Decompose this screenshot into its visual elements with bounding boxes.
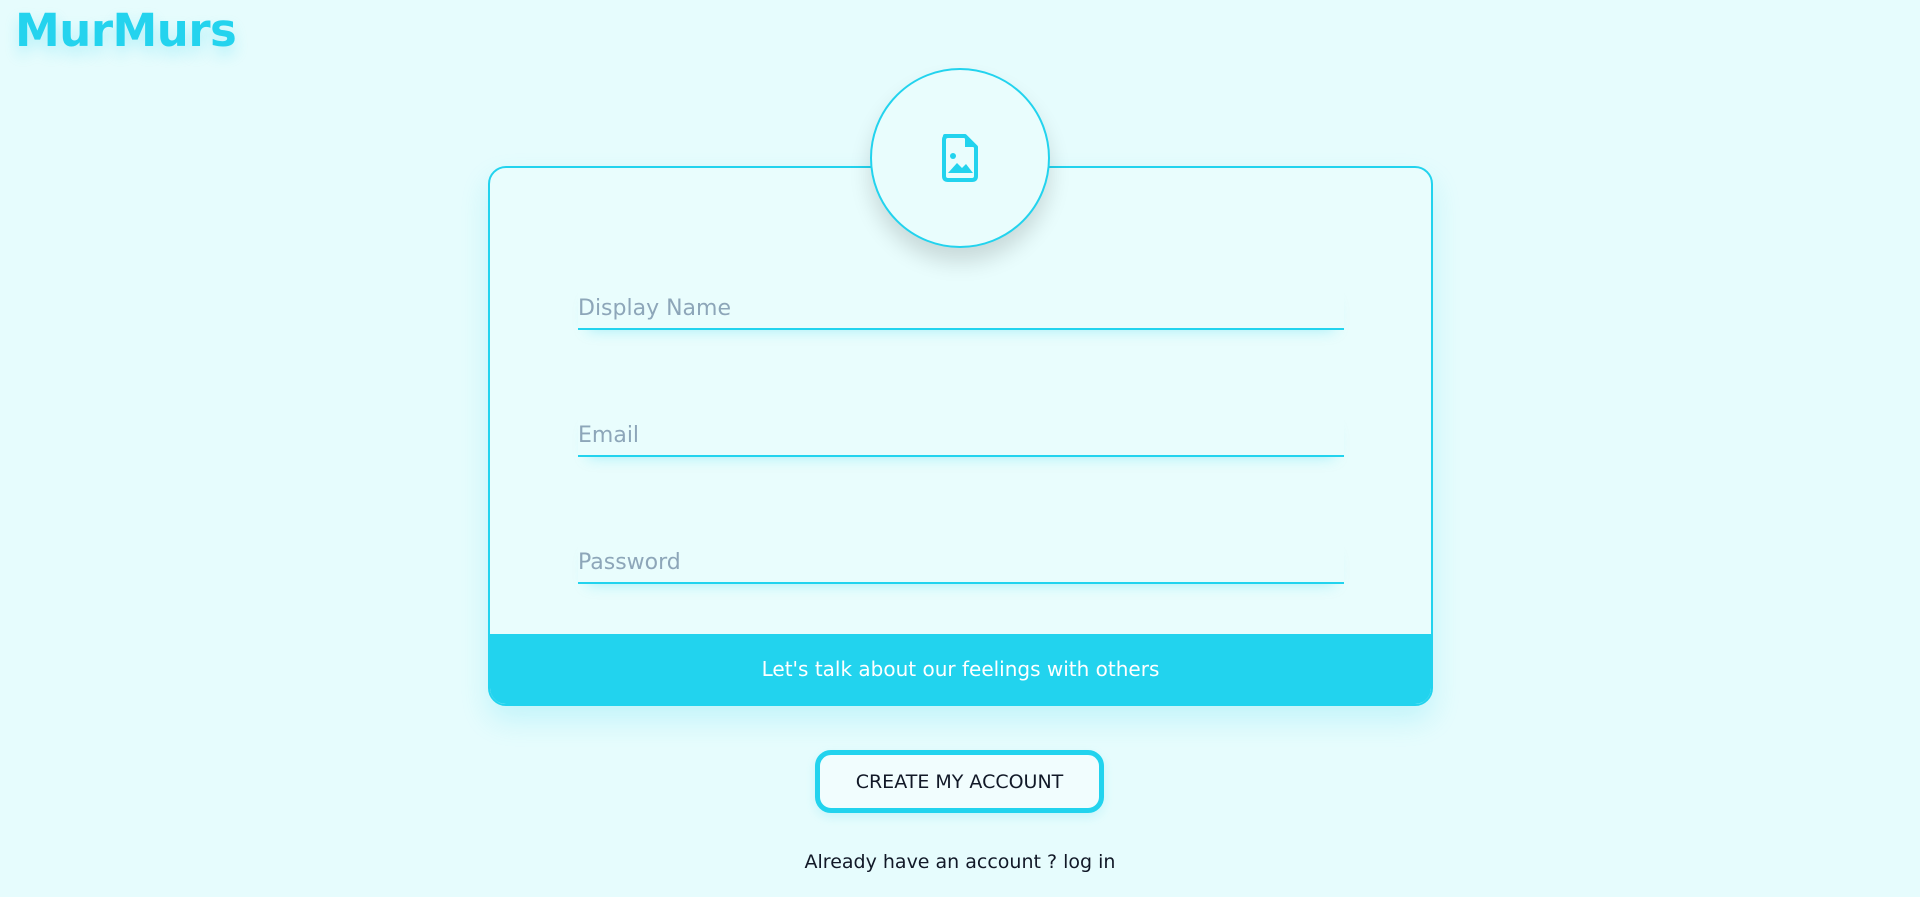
- display-name-input[interactable]: [578, 282, 1344, 328]
- image-file-icon: [942, 134, 978, 182]
- email-field-wrapper: [578, 409, 1344, 457]
- display-name-field-wrapper: [578, 282, 1344, 330]
- login-prompt-text: Already have an account ?: [804, 851, 1064, 873]
- app-logo: MurMurs: [15, 4, 237, 57]
- password-field-wrapper: [578, 536, 1344, 584]
- tagline-banner: Let's talk about our feelings with other…: [490, 634, 1431, 704]
- login-prompt: Already have an account ? log in: [0, 851, 1920, 873]
- login-link[interactable]: log in: [1063, 851, 1115, 873]
- email-input[interactable]: [578, 409, 1344, 455]
- avatar-upload[interactable]: [870, 68, 1050, 248]
- create-account-button[interactable]: CREATE MY ACCOUNT: [815, 750, 1104, 813]
- password-input[interactable]: [578, 536, 1344, 582]
